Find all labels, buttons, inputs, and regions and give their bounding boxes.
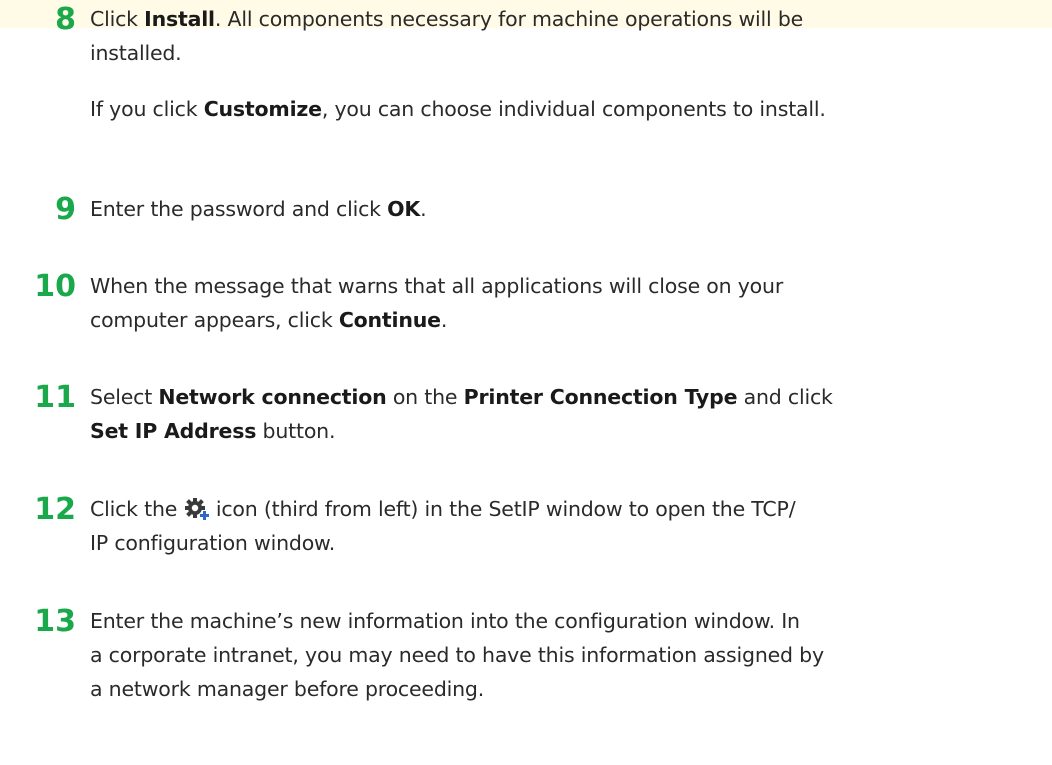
step-paragraph: When the message that warns that all app… bbox=[90, 274, 784, 332]
step-number: 11 bbox=[34, 380, 76, 415]
gear-plus-icon bbox=[184, 497, 210, 521]
step-number: 9 bbox=[55, 192, 76, 227]
step-number: 8 bbox=[55, 2, 76, 37]
step-paragraph: Select Network connection on the Printer… bbox=[90, 385, 833, 443]
step-text: Enter the machine’s new information into… bbox=[90, 604, 1040, 706]
step-text: Click the icon (third from left) in the … bbox=[90, 492, 1040, 560]
step-paragraph: Click the icon (third from left) in the … bbox=[90, 497, 796, 555]
step-number: 12 bbox=[34, 492, 76, 527]
ui-term-ok: OK bbox=[387, 197, 421, 221]
manual-page: 8 Click Install. All components necessar… bbox=[0, 0, 1052, 765]
step-paragraph: If you click Customize, you can choose i… bbox=[90, 97, 826, 121]
step-number: 10 bbox=[34, 269, 76, 304]
step-text: Click Install. All components necessary … bbox=[90, 2, 1040, 126]
step-paragraph: Enter the password and click OK. bbox=[90, 197, 427, 221]
ui-term-set-ip-address: Set IP Address bbox=[90, 419, 257, 443]
ui-term-install: Install bbox=[144, 7, 215, 31]
step-number: 13 bbox=[34, 604, 76, 639]
step-paragraph: Enter the machine’s new information into… bbox=[90, 609, 824, 701]
step-text: Select Network connection on the Printer… bbox=[90, 380, 1040, 448]
step-paragraph: Click Install. All components necessary … bbox=[90, 7, 804, 65]
step-text: Enter the password and click OK. bbox=[90, 192, 1040, 226]
ui-term-network-connection: Network connection bbox=[158, 385, 387, 409]
ui-term-continue: Continue bbox=[338, 308, 441, 332]
ui-term-customize: Customize bbox=[203, 97, 322, 121]
step-text: When the message that warns that all app… bbox=[90, 269, 1040, 337]
ui-term-printer-connection-type: Printer Connection Type bbox=[463, 385, 738, 409]
